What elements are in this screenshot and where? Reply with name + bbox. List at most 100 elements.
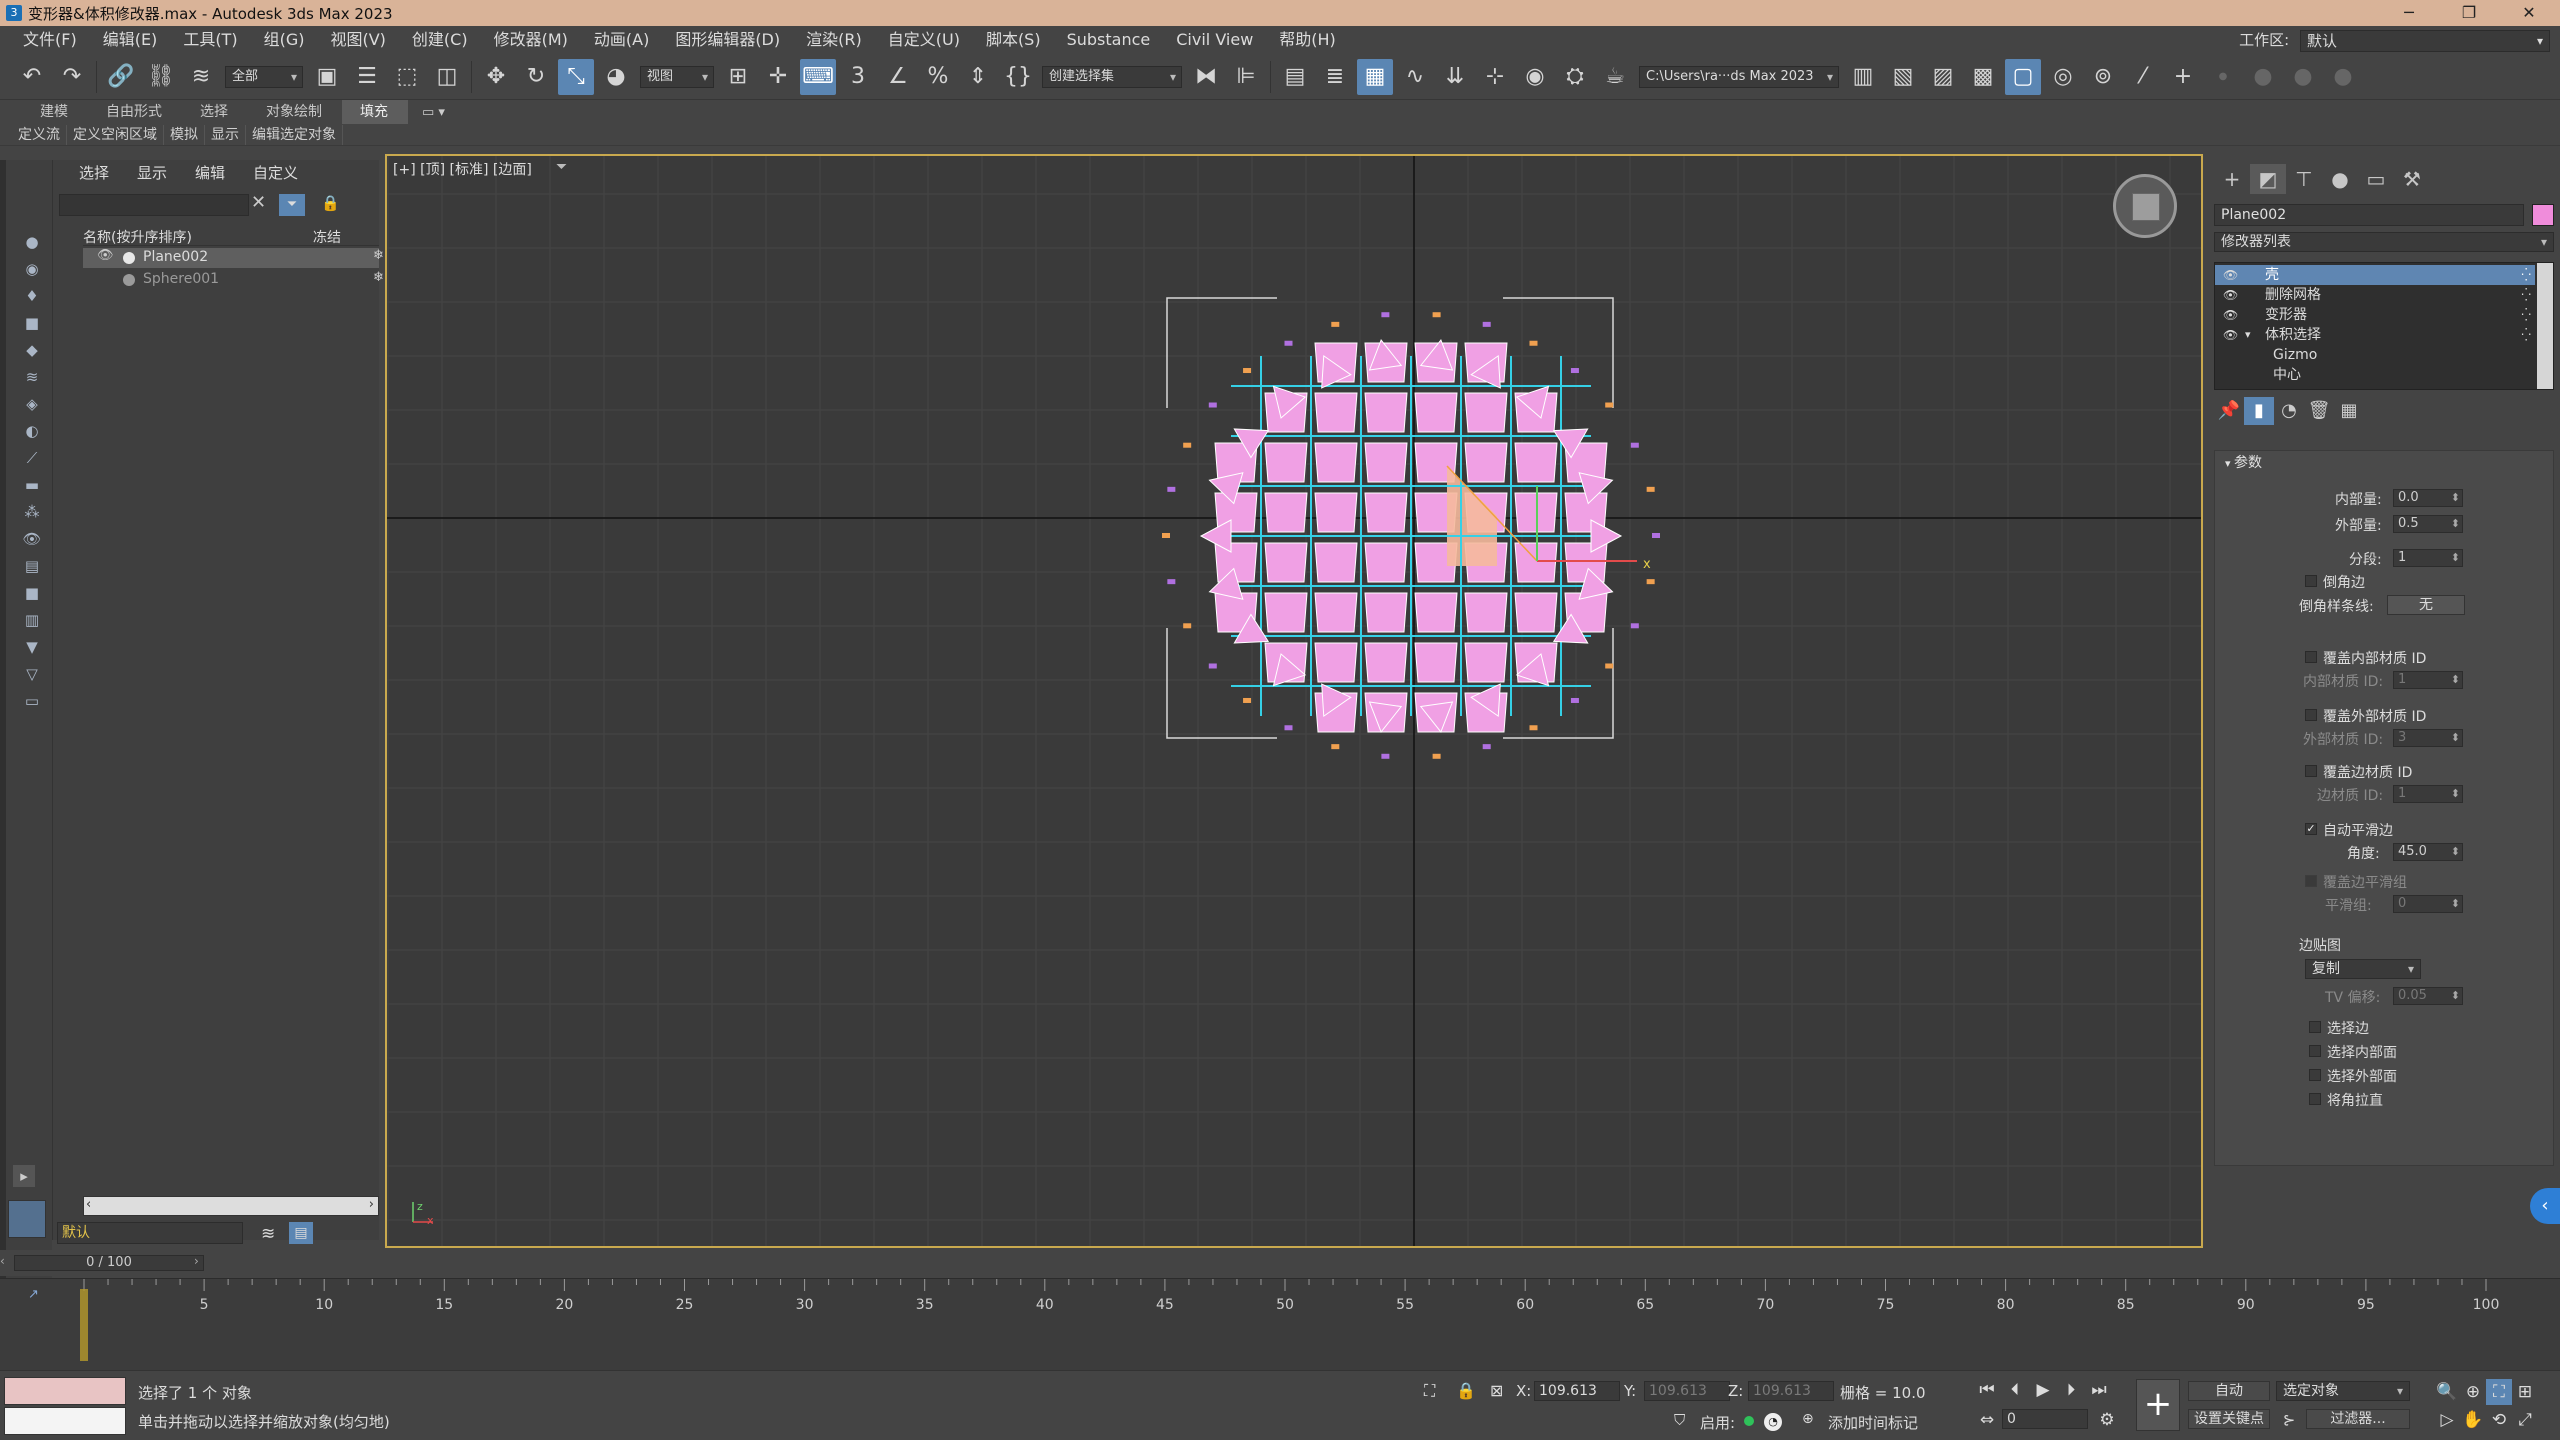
menu-view[interactable]: 视图(V) [317, 26, 398, 54]
eye-icon[interactable]: 👁 [2223, 305, 2238, 325]
filter-icon[interactable]: ⏷ [279, 194, 305, 216]
archive-icon[interactable]: ▩ [1965, 59, 2001, 95]
bind-space-warp-icon[interactable]: ≋ [183, 59, 219, 95]
reference-coord-dropdown[interactable]: 视图 [640, 65, 714, 88]
menu-modifiers[interactable]: 修改器(M) [481, 26, 581, 54]
inner-amount-spinner[interactable]: 0.0 [2393, 489, 2463, 507]
remove-modifier-icon[interactable]: 🗑 [2304, 397, 2334, 425]
select-object-icon[interactable]: ▣ [309, 59, 345, 95]
add-tag-icon[interactable]: ⊕ [1802, 1411, 1814, 1427]
eye-icon[interactable]: 👁 [97, 248, 114, 263]
layer-explorer-icon[interactable]: ≣ [1317, 59, 1353, 95]
prev-frame-icon[interactable]: ‹ [0, 1254, 5, 1268]
menu-tools[interactable]: 工具(T) [170, 26, 250, 54]
schematic-view-icon[interactable]: ⊹ [1477, 59, 1513, 95]
create-panel-icon[interactable]: + [2214, 164, 2250, 194]
motion-panel-icon[interactable]: ● [2322, 164, 2358, 194]
render-setup-icon[interactable]: ⛭ [1557, 59, 1593, 95]
hierarchy-panel-icon[interactable]: ⊤ [2286, 164, 2322, 194]
link-icon[interactable]: 🔗 [103, 59, 139, 95]
project-folder-icon[interactable]: ▥ [1845, 59, 1881, 95]
simulate-button[interactable]: 模拟 [164, 124, 205, 145]
current-frame-input[interactable]: 0 [2002, 1409, 2088, 1429]
expand-arrow-icon[interactable]: ▸ [13, 1165, 35, 1187]
segments-spinner[interactable]: 1 [2393, 549, 2463, 567]
layers-icon[interactable]: ≋ [261, 1224, 275, 1244]
play-icon[interactable]: ▶ [2030, 1377, 2056, 1403]
key-filters-icon[interactable]: ⊱ [2276, 1407, 2302, 1433]
zoom-all-icon[interactable]: ⊕ [2460, 1379, 2486, 1405]
select-inner-checkbox[interactable] [2309, 1045, 2321, 1057]
shapes-filter-icon[interactable]: ◉ [21, 258, 43, 280]
object-color-swatch[interactable] [2532, 204, 2554, 226]
collapse-panel-icon[interactable]: ‹ [2530, 1188, 2560, 1224]
zoom-extents-all-icon[interactable]: ⊞ [2512, 1379, 2538, 1405]
mirror-icon[interactable]: ⧓ [1188, 59, 1224, 95]
set-key-button[interactable]: 设置关键点 [2188, 1409, 2270, 1429]
geometry-filter-icon[interactable]: ● [21, 231, 43, 253]
show-end-result-icon[interactable]: ▮ [2244, 397, 2274, 425]
rotate-icon[interactable]: ↻ [518, 59, 554, 95]
ribbon-tab-populate[interactable]: 填充 [342, 100, 408, 124]
scene-explorer-icon[interactable]: ▤ [1277, 59, 1313, 95]
stack-item-morpher[interactable]: 👁 变形器 ⁛ [2215, 305, 2535, 325]
circle-xl-icon[interactable]: ● [2325, 59, 2361, 95]
straighten-corners-checkbox[interactable] [2309, 1093, 2321, 1105]
ribbon-tab-freeform[interactable]: 自由形式 [88, 100, 182, 124]
override-inner-mat-checkbox[interactable] [2305, 651, 2317, 663]
explorer-tab-customize[interactable]: 自定义 [239, 160, 312, 186]
explorer-row-plane002[interactable]: 👁 Plane002 ❄ [83, 248, 384, 268]
stack-item-vol-select[interactable]: 👁 ▾ 体积选择 ⁛ [2215, 325, 2535, 345]
open-folder-icon[interactable]: ▧ [1885, 59, 1921, 95]
override-edge-mat-checkbox[interactable] [2305, 765, 2317, 777]
placement-icon[interactable]: ◕ [598, 59, 634, 95]
percent-snap-icon[interactable]: % [920, 59, 956, 95]
stack-item-shell[interactable]: 👁 壳 ⁛ [2215, 265, 2535, 285]
eye-icon[interactable]: 👁 [2223, 325, 2238, 345]
column-name-header[interactable]: 名称(按升序排序) [83, 227, 192, 247]
explorer-tab-edit[interactable]: 编辑 [181, 160, 239, 186]
bones-filter-icon[interactable]: ⟋ [21, 447, 43, 469]
circle-icon[interactable]: ● [2245, 59, 2281, 95]
minimize-button[interactable]: ─ [2386, 0, 2432, 26]
go-to-end-icon[interactable]: ⏭ [2086, 1377, 2112, 1403]
cloud-icon[interactable]: ⊚ [2085, 59, 2121, 95]
maxscript-input[interactable] [4, 1407, 126, 1435]
stack-scrollbar[interactable] [2537, 263, 2553, 389]
select-edges-checkbox[interactable] [2309, 1021, 2321, 1033]
key-filter-dropdown[interactable]: 选定对象 [2276, 1381, 2410, 1401]
stack-options-icon[interactable]: ⁛ [2521, 285, 2531, 305]
window-crossing-icon[interactable]: ◫ [429, 59, 465, 95]
stack-item-delete-mesh[interactable]: 👁 删除网格 ⁛ [2215, 285, 2535, 305]
helpers-filter-icon[interactable]: ◆ [21, 339, 43, 361]
xrefs-filter-icon[interactable]: ◐ [21, 420, 43, 442]
edit-selected-button[interactable]: 编辑选定对象 [246, 124, 343, 145]
ribbon-tab-object-paint[interactable]: 对象绘制 [248, 100, 342, 124]
viewport-layout-icon[interactable] [8, 1200, 46, 1238]
time-icon[interactable]: ◔ [1764, 1413, 1782, 1431]
display-none-icon[interactable]: ▥ [21, 609, 43, 631]
define-idle-areas-button[interactable]: 定义空闲区域 [67, 124, 164, 145]
object-name-input[interactable]: Plane002 [2214, 204, 2524, 226]
eye-icon[interactable]: 👁 [2223, 285, 2238, 305]
viewport-label[interactable]: [+] [顶] [标准] [边面] [393, 159, 532, 179]
menu-group[interactable]: 组(G) [251, 26, 318, 54]
angle-spinner[interactable]: 45.0 [2393, 843, 2463, 861]
folder-icon[interactable]: ▭ [21, 690, 43, 712]
enable-status-dot[interactable] [1744, 1416, 1754, 1426]
go-to-start-icon[interactable]: ⏮ [1974, 1377, 2000, 1403]
display-all-icon[interactable]: ■ [21, 582, 43, 604]
dope-sheet-icon[interactable]: ⇊ [1437, 59, 1473, 95]
freeze-icon[interactable]: ❄ [373, 270, 384, 285]
menu-substance[interactable]: Substance [1054, 26, 1164, 54]
lock-icon[interactable]: 🔒 [321, 194, 340, 212]
explorer-horizontal-scrollbar[interactable]: ‹ › [83, 1196, 379, 1216]
y-coord-input[interactable]: 109.613 [1644, 1381, 1730, 1401]
hidden-filter-icon[interactable]: 👁 [21, 528, 43, 550]
freeze-icon[interactable]: ❄ [373, 248, 384, 263]
time-slider-thumb[interactable]: 0 / 100 [14, 1255, 204, 1271]
render-teapot-icon[interactable]: ☕ [1597, 59, 1633, 95]
viewport-filter-icon[interactable]: ⏷ [556, 159, 567, 175]
key-mode-icon[interactable]: ⇔ [1974, 1407, 2000, 1433]
layer-toggle-icon[interactable]: ▤ [289, 1222, 313, 1244]
